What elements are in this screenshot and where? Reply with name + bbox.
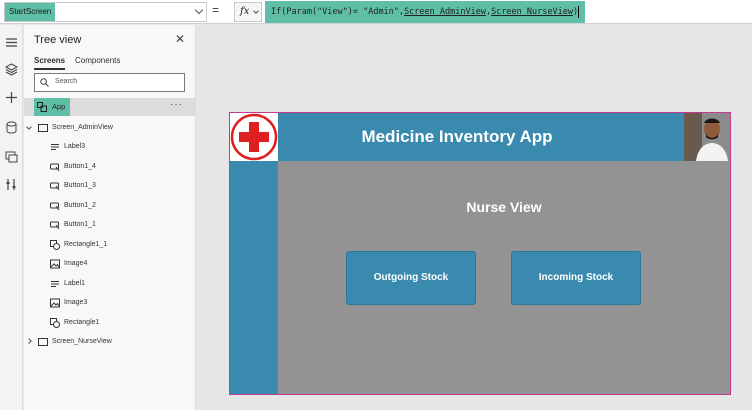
tree-item-label: Image4 [64,260,88,267]
formula-bar: StartScreen = fx If(Param("View")= "Admi… [0,0,752,24]
person-photo-icon [684,113,730,161]
chevron-right-icon[interactable] [26,338,32,344]
property-name: StartScreen [5,3,56,21]
formula-ref-admin: Screen_AdminView [404,7,486,17]
tab-components[interactable]: Components [75,56,120,65]
label-icon [51,144,59,150]
tab-screens[interactable]: Screens [34,56,66,70]
formula-text: If(Param("View")= "Admin", [271,7,405,17]
button-icon [50,163,60,172]
tree-item-label: Rectangle1 [64,319,100,326]
tree-item-label: Screen_AdminView [52,124,113,131]
search-placeholder: Search [55,78,78,85]
tree-item-label: Button1_1 [64,221,96,228]
tree-item-label: Image3 [64,299,88,306]
equals-sign: = [212,3,220,17]
chevron-down-icon [253,8,259,14]
text-caret [578,5,580,18]
logo-image[interactable] [230,113,278,161]
app-screen-preview[interactable]: Medicine Inventory App Nurse View Outgoi… [229,112,731,395]
app-chip: App [34,98,70,116]
search-input[interactable]: Search [34,73,185,92]
app-title-label[interactable]: Medicine Inventory App [278,127,636,147]
button-icon [50,202,60,211]
formula-input[interactable]: If(Param("View")= "Admin",Screen_AdminVi… [265,1,586,23]
more-options-icon[interactable]: ··· [170,99,183,110]
chevron-down-icon [194,5,204,15]
advanced-tools-icon[interactable] [5,178,18,191]
function-button[interactable]: fx [234,2,262,22]
tree-view-pane: Tree view ✕ Screens Components Search Ap… [24,25,196,410]
property-dropdown[interactable]: StartScreen [4,2,207,22]
left-nav-rail [0,25,23,410]
shape-icon [50,240,60,250]
incoming-stock-button[interactable]: Incoming Stock [511,251,641,305]
tree-item-label: Screen_NurseView [52,338,112,345]
label-icon [51,281,59,287]
tree-item-label: Rectangle1_1 [64,241,108,248]
tree-item-label: Button1_4 [64,163,96,170]
screen-icon [38,124,48,132]
insert-plus-icon[interactable] [5,91,18,104]
tree-item-app[interactable]: App ··· [24,98,196,116]
hamburger-menu-icon[interactable] [5,36,18,49]
pane-title: Tree view [34,34,82,46]
tree-item-label: Button1_3 [64,182,96,189]
chevron-down-icon[interactable] [26,124,32,130]
close-icon[interactable]: ✕ [175,32,185,46]
formula-ref-nurse: Screen_NurseView [491,7,573,17]
shape-icon [50,318,60,328]
fx-icon: fx [240,6,250,17]
outgoing-stock-button[interactable]: Outgoing Stock [346,251,476,305]
tree-item-label: Label1 [64,280,86,287]
app-label: App [52,102,66,111]
app-icon [37,102,47,112]
media-icon[interactable] [5,150,18,163]
data-cylinder-icon[interactable] [5,121,18,134]
search-icon [40,78,49,87]
medical-cross-icon [230,113,278,161]
button-icon [50,182,60,191]
image-icon [50,259,60,269]
button-icon [50,221,60,230]
tree-item-label: Label3 [64,143,86,150]
layers-icon[interactable] [5,63,18,76]
image-icon [50,298,60,308]
screen-icon [38,338,48,346]
tree-item-label: Button1_2 [64,202,96,209]
powerapps-studio: StartScreen = fx If(Param("View")= "Admi… [0,0,752,410]
view-title-label[interactable]: Nurse View [278,199,730,215]
profile-photo-image[interactable] [684,113,730,161]
